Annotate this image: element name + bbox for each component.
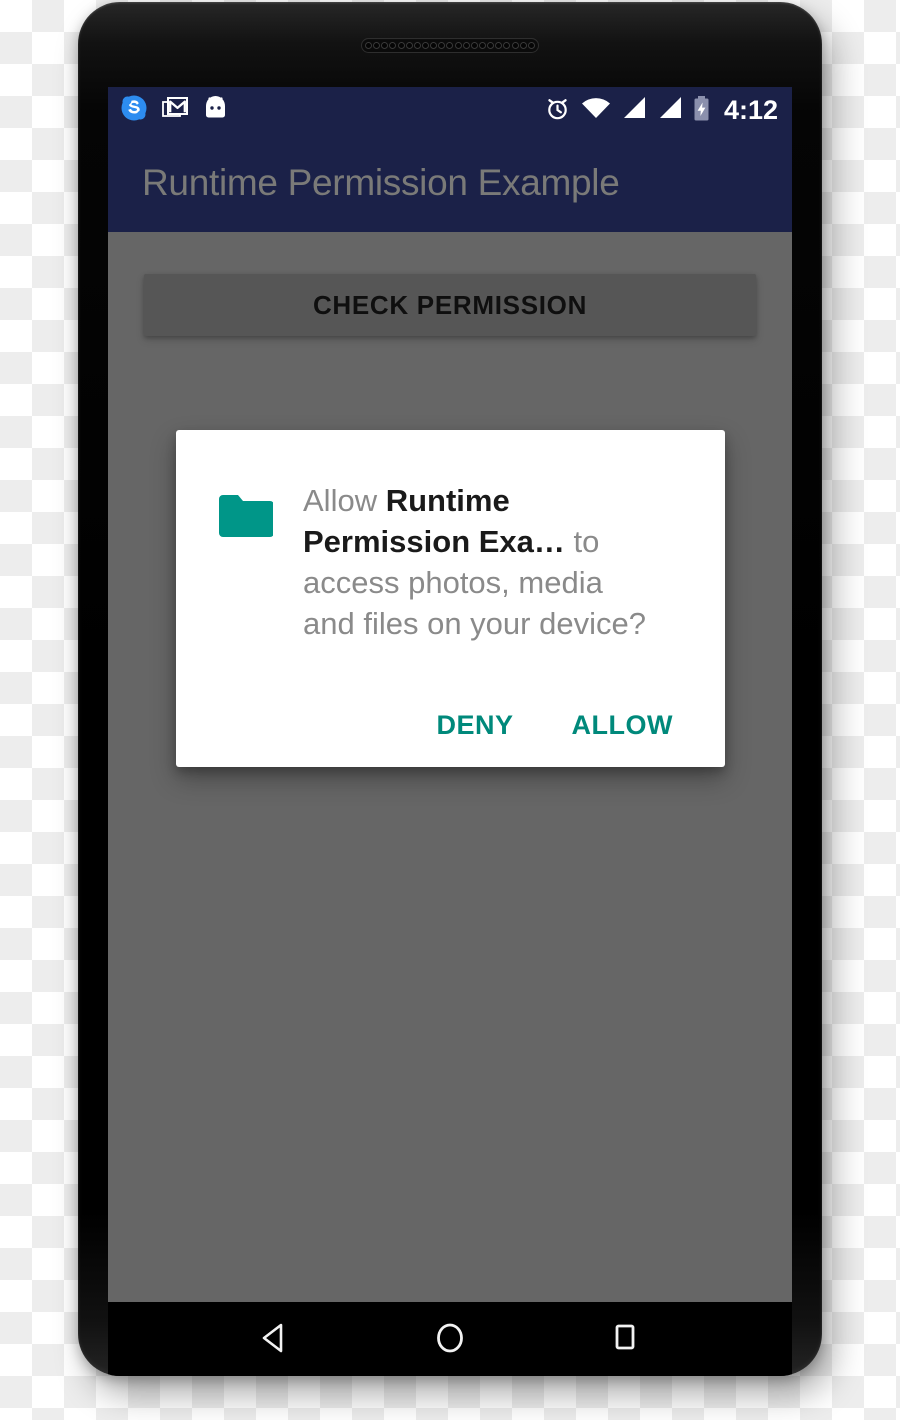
deny-button[interactable]: DENY	[419, 700, 532, 751]
nav-back-button[interactable]	[238, 1308, 312, 1372]
dialog-message: Allow Runtime Permission Exa… to access …	[303, 480, 658, 644]
android-system-icon	[203, 95, 228, 127]
wifi-icon	[581, 96, 611, 125]
recents-square-icon	[606, 1319, 644, 1362]
nav-recents-button[interactable]	[588, 1308, 662, 1372]
status-bar: 4:12	[108, 87, 792, 134]
back-triangle-icon	[256, 1319, 294, 1362]
grille-hole	[470, 42, 478, 49]
grille-hole	[381, 42, 389, 49]
status-bar-clock: 4:12	[723, 95, 778, 125]
grille-hole	[373, 42, 381, 49]
grille-hole	[462, 42, 470, 49]
grille-hole	[454, 42, 462, 49]
check-permission-button[interactable]: CHECK PERMISSION	[144, 274, 756, 336]
battery-charging-icon	[693, 95, 710, 127]
grille-hole	[495, 42, 503, 49]
gmail-notification-icon	[162, 95, 189, 127]
grille-hole	[503, 42, 511, 49]
status-bar-notification-icons	[120, 94, 228, 127]
grille-hole	[421, 42, 429, 49]
home-circle-icon	[431, 1319, 469, 1362]
earpiece-speaker-grille	[361, 38, 539, 53]
navigation-bar	[108, 1302, 792, 1376]
folder-icon	[216, 492, 274, 543]
grille-hole	[405, 42, 413, 49]
grille-hole	[389, 42, 397, 49]
skype-notification-icon	[120, 94, 148, 127]
grille-hole	[478, 42, 486, 49]
grille-hole	[487, 42, 495, 49]
grille-hole	[365, 42, 372, 49]
grille-hole	[519, 42, 527, 49]
status-bar-system-icons: 4:12	[544, 95, 778, 127]
app-bar-title: Runtime Permission Example	[142, 162, 620, 203]
phone-screen: 4:12 Runtime Permission Example CHECK PE…	[108, 87, 792, 1302]
signal-sim1-icon	[621, 96, 647, 125]
app-content-area: CHECK PERMISSION Allow Runtime Permissio…	[108, 232, 792, 1302]
grille-hole	[430, 42, 438, 49]
phone-device-frame: 4:12 Runtime Permission Example CHECK PE…	[78, 2, 822, 1376]
signal-sim2-icon	[657, 96, 683, 125]
dialog-message-prefix: Allow	[303, 483, 386, 518]
dialog-body: Allow Runtime Permission Exa… to access …	[202, 480, 699, 644]
nav-home-button[interactable]	[413, 1308, 487, 1372]
app-bar: Runtime Permission Example	[108, 134, 792, 232]
alarm-clock-icon	[544, 95, 571, 127]
permission-dialog: Allow Runtime Permission Exa… to access …	[176, 430, 725, 767]
grille-hole	[397, 42, 405, 49]
grille-hole	[446, 42, 454, 49]
grille-hole	[438, 42, 446, 49]
grille-hole	[527, 42, 535, 49]
dialog-actions: DENY ALLOW	[202, 700, 699, 751]
grille-hole	[413, 42, 421, 49]
grille-hole	[511, 42, 519, 49]
allow-button[interactable]: ALLOW	[554, 700, 691, 751]
